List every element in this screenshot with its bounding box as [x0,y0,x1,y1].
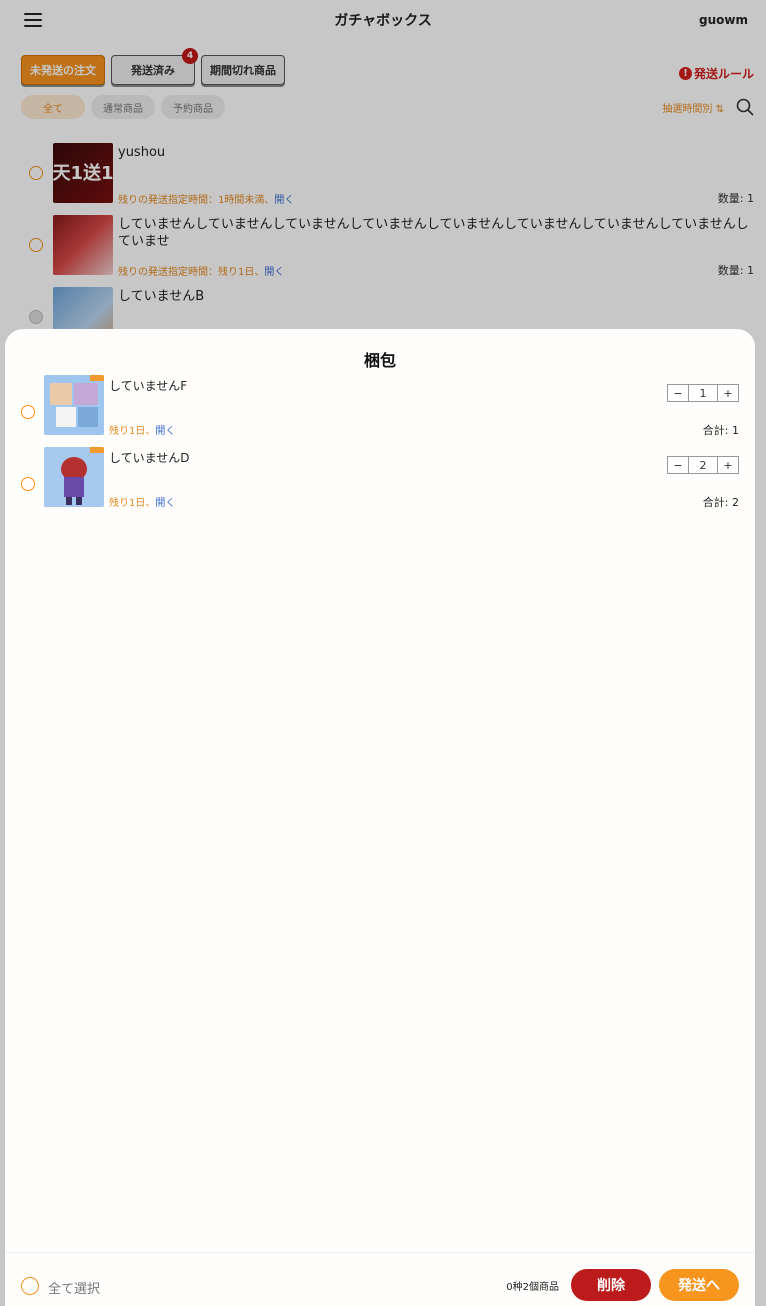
item-total: 合計: 2 [702,496,739,509]
sheet-footer: 全て選択 0种2個商品 削除 発送へ [5,1252,755,1306]
quantity-stepper: − 1 + [667,384,739,402]
delete-button[interactable]: 削除 [571,1269,651,1301]
decrement-button[interactable]: − [668,457,688,473]
item-name: していませんD [109,451,190,465]
item-remaining-time: 残り1日、開く [109,494,175,509]
increment-button[interactable]: + [718,385,738,401]
product-thumbnail [44,375,104,435]
item-name: していませんF [109,379,188,393]
remaining-label: 残り1日、 [109,498,156,509]
quantity-value[interactable]: 2 [688,457,718,473]
packing-sheet: 梱包 していませんF 残り1日、開く − 1 + 合計: 1 していませんD 残… [5,329,755,1306]
item-checkbox[interactable] [21,477,35,491]
ship-button[interactable]: 発送へ [659,1269,739,1301]
item-checkbox[interactable] [21,405,35,419]
quantity-value[interactable]: 1 [688,385,718,401]
open-link[interactable]: 開く [155,426,175,437]
remaining-label: 残り1日、 [109,426,156,437]
select-all-label[interactable]: 全て選択 [48,1278,100,1297]
selection-summary: 0种2個商品 [506,1282,559,1293]
list-item[interactable]: していませんF 残り1日、開く − 1 + 合計: 1 [5,375,755,447]
increment-button[interactable]: + [718,457,738,473]
open-link[interactable]: 開く [155,498,175,509]
item-total: 合計: 1 [702,424,739,437]
list-item[interactable]: していませんD 残り1日、開く − 2 + 合計: 2 [5,447,755,519]
product-thumbnail [44,447,104,507]
sheet-title: 梱包 [363,351,396,370]
item-remaining-time: 残り1日、開く [109,422,175,437]
quantity-stepper: − 2 + [667,456,739,474]
select-all-checkbox[interactable] [21,1277,39,1295]
decrement-button[interactable]: − [668,385,688,401]
